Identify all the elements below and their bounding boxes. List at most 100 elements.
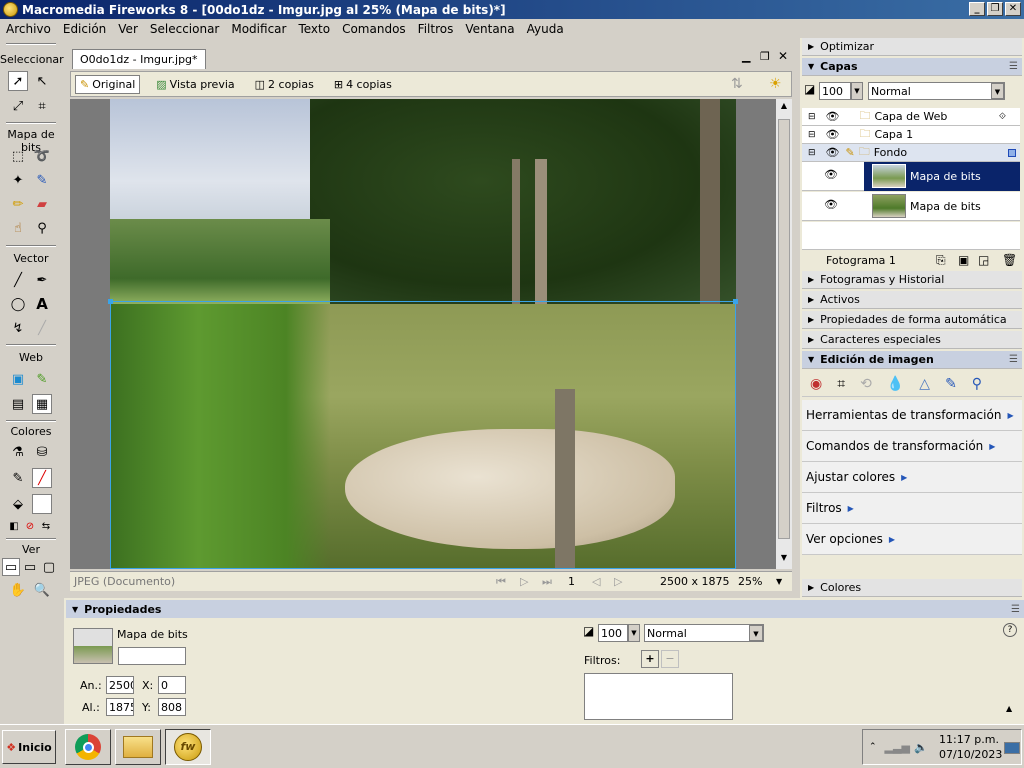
panel-capas-header[interactable]: ▼ Capas ☰ bbox=[802, 58, 1022, 76]
subselect-tool-icon[interactable]: ↖ bbox=[32, 71, 52, 91]
taskbar-explorer[interactable] bbox=[115, 729, 161, 765]
show-slices-icon[interactable]: ▦ bbox=[32, 394, 52, 414]
eye-icon[interactable]: 👁 bbox=[826, 128, 840, 141]
menu-ventana[interactable]: Ventana bbox=[459, 22, 520, 36]
view-4up-tab[interactable]: ⊞ 4 copias bbox=[330, 76, 396, 93]
clock-date[interactable]: 07/10/2023 bbox=[939, 748, 1002, 761]
menu-archivo[interactable]: Archivo bbox=[0, 22, 57, 36]
eraser-tool-icon[interactable]: ▰ bbox=[32, 194, 52, 214]
current-frame-label[interactable]: Fotograma 1 bbox=[826, 254, 896, 267]
stroke-color-swatch[interactable]: ╱ bbox=[32, 468, 52, 488]
paint-bucket-tool-icon[interactable]: ⛁ bbox=[32, 442, 52, 462]
add-filter-button[interactable]: + bbox=[641, 650, 659, 668]
full-screen-mode-icon[interactable]: ▢ bbox=[40, 558, 58, 576]
opacity-dropdown-icon[interactable]: ▼ bbox=[628, 624, 640, 642]
hide-slices-icon[interactable]: ▤ bbox=[8, 394, 28, 414]
volume-icon[interactable]: 🔈 bbox=[914, 741, 928, 754]
scroll-up-arrow-icon[interactable]: ▲ bbox=[777, 101, 791, 115]
new-layer-icon[interactable]: ◲ bbox=[978, 253, 989, 267]
new-sublayer-icon[interactable]: ⎘ bbox=[936, 253, 946, 268]
panel-auto-shapes-header[interactable]: ▶ Propiedades de forma automática bbox=[802, 311, 1022, 329]
object-row-selected[interactable]: 👁 Mapa de bits bbox=[802, 162, 1020, 191]
export-arrows-icon[interactable]: ⇅ bbox=[731, 76, 743, 92]
doc-close-button[interactable]: ✕ bbox=[778, 49, 788, 63]
panel-menu-icon[interactable]: ☰ bbox=[1011, 604, 1020, 615]
collapse-box-icon[interactable]: ⊟ bbox=[808, 112, 816, 122]
menu-modificar[interactable]: Modificar bbox=[225, 22, 292, 36]
layer-row-capa1[interactable]: ⊟ 👁 🗀 Capa 1 bbox=[802, 126, 1020, 144]
last-frame-icon[interactable]: ⏭ bbox=[542, 575, 552, 589]
menu-ayuda[interactable]: Ayuda bbox=[521, 22, 570, 36]
hand-tool-icon[interactable]: ✋ bbox=[8, 580, 28, 600]
menu-edicion[interactable]: Edición bbox=[57, 22, 112, 36]
menu-ver[interactable]: Ver bbox=[112, 22, 144, 36]
restore-button[interactable]: ❐ bbox=[987, 2, 1003, 16]
freeform-tool-icon[interactable]: ↯ bbox=[8, 318, 28, 338]
panel-activos-header[interactable]: ▶ Activos bbox=[802, 291, 1022, 309]
menu-seleccionar[interactable]: Seleccionar bbox=[144, 22, 225, 36]
menu-texto[interactable]: Texto bbox=[292, 22, 336, 36]
document-tab[interactable]: O0do1dz - Imgur.jpg* bbox=[72, 49, 206, 69]
scroll-down-arrow-icon[interactable]: ▼ bbox=[777, 553, 791, 567]
eye-icon[interactable]: 👁 bbox=[824, 198, 838, 211]
cmd-transform-tools[interactable]: Herramientas de transformación ▶ bbox=[802, 400, 1022, 431]
collapse-box-icon[interactable]: ⊟ bbox=[808, 130, 816, 140]
brush-tool-icon[interactable]: ✎ bbox=[32, 170, 52, 190]
crop-tool-icon[interactable]: ⌗ bbox=[32, 96, 52, 116]
marquee-tool-icon[interactable]: ⬚ bbox=[8, 146, 28, 166]
pen-tool-icon[interactable]: ✒ bbox=[32, 270, 52, 290]
cmd-view-options[interactable]: Ver opciones ▶ bbox=[802, 524, 1022, 555]
eyedropper-tool-icon[interactable]: ⚗ bbox=[8, 442, 28, 462]
cmd-adjust-colors[interactable]: Ajustar colores ▶ bbox=[802, 462, 1022, 493]
blur-drop-icon[interactable]: 💧 bbox=[887, 376, 904, 392]
network-icon[interactable]: ▂▃▅ bbox=[885, 741, 910, 754]
canvas-area[interactable] bbox=[70, 99, 776, 569]
ellipse-tool-icon[interactable]: ◯ bbox=[8, 294, 28, 314]
trash-icon[interactable]: 🗑 bbox=[1002, 253, 1017, 267]
show-desktop-icon[interactable] bbox=[1004, 742, 1020, 754]
height-input[interactable]: 1875 bbox=[106, 698, 134, 716]
slice-tool-icon[interactable]: ✎ bbox=[32, 369, 52, 389]
taskbar-fireworks[interactable]: fw bbox=[165, 729, 211, 765]
minimize-button[interactable]: _ bbox=[969, 2, 985, 16]
replace-color-icon[interactable]: ⟲ bbox=[860, 376, 872, 392]
close-button[interactable]: ✕ bbox=[1005, 2, 1021, 16]
fill-color-swatch[interactable] bbox=[32, 494, 52, 514]
taskbar-chrome[interactable] bbox=[65, 729, 111, 765]
panel-menu-icon[interactable]: ☰ bbox=[1009, 61, 1018, 72]
pointer-tool-icon[interactable]: ➚ bbox=[8, 71, 28, 91]
full-screen-menu-mode-icon[interactable]: ▭ bbox=[21, 558, 39, 576]
rubber-stamp-tool-icon[interactable]: ⚲ bbox=[32, 218, 52, 238]
view-original-tab[interactable]: ✎ Original bbox=[75, 74, 141, 94]
scroll-thumb[interactable] bbox=[778, 119, 790, 539]
selection-handle[interactable] bbox=[108, 299, 113, 304]
knife-tool-icon[interactable]: ╱ bbox=[32, 318, 52, 338]
clock-time[interactable]: 11:17 p.m. bbox=[939, 733, 999, 746]
opacity-field[interactable]: 100 bbox=[598, 624, 628, 642]
brush-icon[interactable]: ✎ bbox=[945, 376, 957, 392]
play-icon[interactable]: ▷ bbox=[520, 575, 528, 588]
red-eye-icon[interactable]: ◉ bbox=[810, 376, 822, 392]
vertical-scrollbar[interactable]: ▲ ▼ bbox=[776, 99, 792, 569]
view-2up-tab[interactable]: ◫ 2 copias bbox=[251, 76, 318, 93]
eye-icon[interactable]: 👁 bbox=[826, 146, 840, 159]
layer-row-fondo[interactable]: ⊟ 👁 ✎ 🗀 Fondo bbox=[802, 144, 1020, 162]
panel-optimizar-header[interactable]: ▶ Optimizar bbox=[802, 38, 1022, 56]
prev-frame-icon[interactable]: ◁ bbox=[592, 575, 600, 588]
lasso-tool-icon[interactable]: ➰ bbox=[32, 146, 52, 166]
eye-icon[interactable]: 👁 bbox=[826, 110, 840, 123]
collapse-box-icon[interactable]: ⊟ bbox=[808, 148, 816, 158]
magic-wand-tool-icon[interactable]: ✦ bbox=[8, 170, 28, 190]
remove-filter-button[interactable]: − bbox=[661, 650, 679, 668]
blend-dropdown-icon[interactable]: ▼ bbox=[749, 625, 763, 641]
doc-minimize-button[interactable]: ▁ bbox=[742, 50, 750, 63]
swap-colors-icon[interactable]: ⇆ bbox=[36, 516, 56, 536]
line-tool-icon[interactable]: ╱ bbox=[8, 270, 28, 290]
expand-properties-icon[interactable]: ▲ bbox=[1006, 704, 1012, 713]
cmd-transform-commands[interactable]: Comandos de transformación ▶ bbox=[802, 431, 1022, 462]
show-hidden-icons-icon[interactable]: ⌃ bbox=[869, 742, 877, 752]
object-name-input[interactable] bbox=[118, 647, 186, 665]
selection-handle[interactable] bbox=[733, 299, 738, 304]
selection-marquee[interactable] bbox=[110, 301, 736, 569]
start-button[interactable]: ❖ Inicio bbox=[2, 730, 56, 764]
